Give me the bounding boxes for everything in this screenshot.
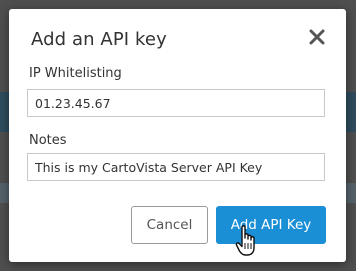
add-api-key-button[interactable]: Add API Key — [216, 206, 326, 244]
ip-whitelisting-label: IP Whitelisting — [29, 66, 122, 81]
dialog-title: Add an API key — [31, 29, 167, 50]
hand-pointer-cursor-icon — [234, 224, 260, 258]
notes-input[interactable] — [27, 153, 325, 181]
notes-label: Notes — [29, 133, 67, 148]
close-icon — [309, 29, 325, 45]
close-button[interactable] — [305, 25, 329, 49]
add-api-key-dialog: Add an API key IP Whitelisting Notes Can… — [9, 9, 346, 262]
cancel-button[interactable]: Cancel — [131, 206, 208, 244]
ip-whitelisting-input[interactable] — [27, 89, 325, 117]
